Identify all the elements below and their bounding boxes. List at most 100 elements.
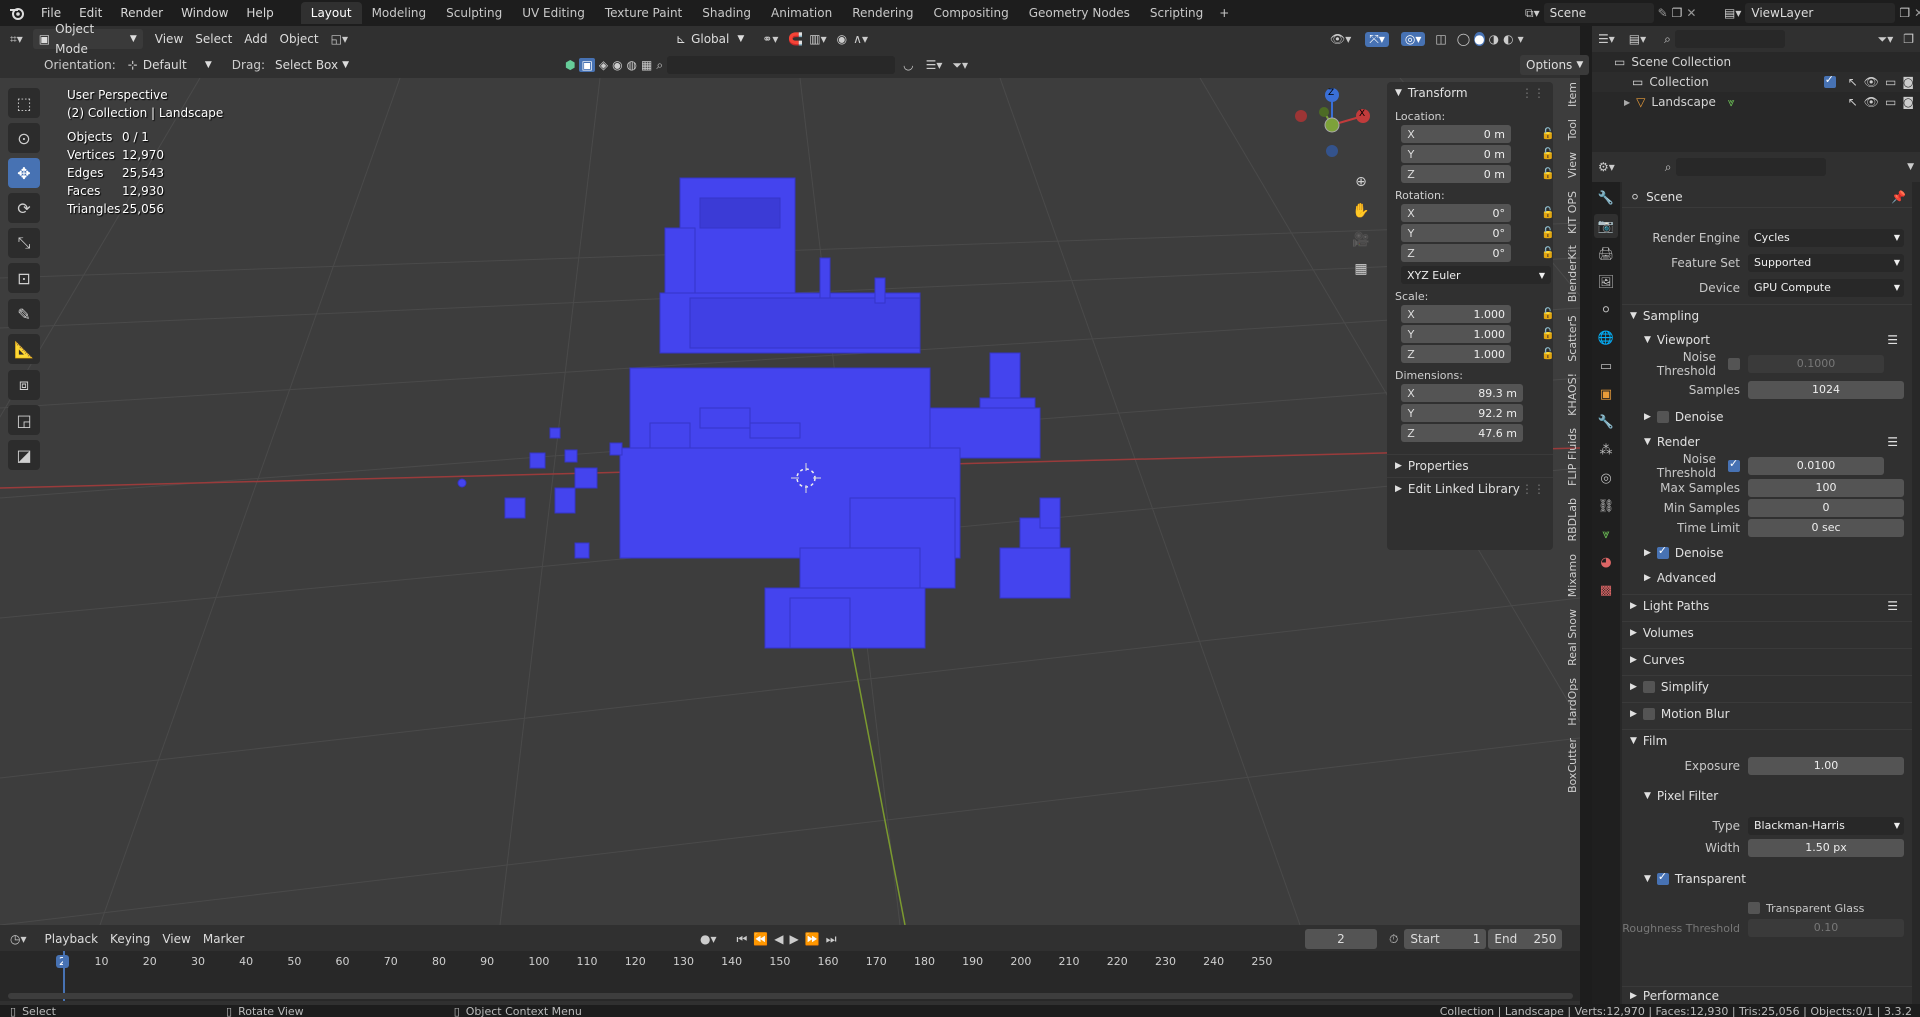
presets-list-icon[interactable]: ☰ [1887, 435, 1912, 449]
scale-x-field[interactable]: X 1.000 🔓 [1401, 305, 1555, 323]
overlay-toggle-icon[interactable]: ◎▾ [1400, 32, 1426, 46]
render-subsection[interactable]: ▼ Render ☰ [1622, 431, 1912, 453]
collection-row[interactable]: ▭ Collection ↖ 👁 ▭ ◙ [1592, 72, 1920, 92]
dimensions-z-field[interactable]: Z 47.6 m [1401, 424, 1523, 442]
tab-compositing[interactable]: Compositing [923, 2, 1018, 24]
rotate-tool-icon[interactable]: ⟳ [8, 193, 40, 223]
viewport-samples-field[interactable]: 1024 [1748, 381, 1904, 399]
lock-icon[interactable]: 🔓 [1541, 246, 1555, 260]
editor-type-icon[interactable]: ⌗▾ [10, 32, 23, 47]
list-view-icon[interactable]: ☰▾ [926, 58, 943, 72]
pivot-icon[interactable]: ⚭▾ [762, 32, 778, 46]
record-icon[interactable]: ●▾ [700, 932, 717, 946]
sidebar-tab-item[interactable]: Item [1566, 82, 1579, 107]
xray-icon[interactable]: ◫ [1435, 32, 1446, 46]
pin-icon[interactable]: 📌 [1891, 190, 1912, 204]
tab-animation[interactable]: Animation [761, 2, 842, 24]
scene-tab-icon[interactable]: ⚪ [1594, 298, 1618, 322]
tab-shading[interactable]: Shading [692, 2, 761, 24]
material-icon[interactable]: ◉ [612, 58, 622, 72]
transform-orientation-select[interactable]: ⊾ Global ▼ [670, 29, 750, 49]
prev-keyframe-icon[interactable]: ⏪ [753, 932, 768, 946]
viewport-denoise-subsection[interactable]: ▶ Denoise [1622, 406, 1912, 428]
device-select[interactable]: GPU Compute ▼ [1748, 279, 1904, 297]
start-frame-field[interactable]: Start 1 [1404, 929, 1487, 949]
transform-tool-icon[interactable]: ⊡ [8, 263, 40, 293]
filter-icon[interactable]: ⏷▾ [952, 58, 968, 73]
curves-section[interactable]: ▶ Curves [1622, 648, 1912, 670]
collection-tab-icon[interactable]: ▭ [1594, 354, 1618, 378]
camera-icon[interactable]: 🎥 [1345, 228, 1377, 252]
solid-shading-icon[interactable]: ● [1474, 32, 1485, 46]
menu-window[interactable]: Window [172, 0, 237, 26]
simplify-checkbox[interactable] [1642, 680, 1655, 693]
transparent-glass-checkbox[interactable] [1748, 902, 1760, 914]
tab-uv-editing[interactable]: UV Editing [512, 2, 595, 24]
cube-color-icon[interactable]: ⬢ [565, 58, 575, 72]
max-samples-field[interactable]: 100 [1748, 479, 1904, 497]
location-y-field[interactable]: Y 0 m 🔓 [1401, 145, 1555, 163]
tab-modeling[interactable]: Modeling [362, 2, 437, 24]
wireframe-shading-icon[interactable]: ◯ [1457, 32, 1470, 46]
filter-width-field[interactable]: 1.50 px [1748, 839, 1904, 857]
timeline-menu-keying[interactable]: Keying [104, 929, 156, 949]
render-tab-icon[interactable]: 📷 [1594, 214, 1618, 238]
motion-blur-checkbox[interactable] [1642, 707, 1655, 720]
dimensions-y-field[interactable]: Y 92.2 m [1401, 404, 1523, 422]
snap-icon[interactable]: 🧲 [788, 32, 803, 46]
material-shading-icon[interactable]: ◑ [1489, 32, 1499, 46]
outliner-search-input[interactable] [1674, 30, 1785, 48]
rotation-z-field[interactable]: Z 0° 🔓 [1401, 244, 1555, 262]
jump-start-icon[interactable]: ⏮ [737, 932, 748, 947]
location-z-field[interactable]: Z 0 m 🔓 [1401, 165, 1555, 183]
properties-editor-icon[interactable]: ⚙▾ [1598, 160, 1615, 174]
sidebar-tab-scatter5[interactable]: Scatter5 [1566, 315, 1579, 362]
transparent-checkbox[interactable] [1656, 870, 1669, 885]
lock-icon[interactable]: 🔓 [1541, 327, 1555, 341]
roughness-threshold-field[interactable]: 0.10 [1748, 919, 1904, 937]
scene-field[interactable]: Scene [1543, 3, 1654, 23]
monitor-icon[interactable]: ▭ [1885, 75, 1896, 89]
new-collection-icon[interactable]: ❐ [1903, 32, 1914, 46]
exclude-checkbox[interactable] [1823, 73, 1836, 88]
rotation-mode-select[interactable]: XYZ Euler ▼ [1401, 266, 1551, 284]
outliner-editor-icon[interactable]: ☰▾ [1598, 32, 1615, 46]
viewport-denoise-checkbox[interactable] [1656, 411, 1669, 423]
modifier-tab-icon[interactable]: 🔧 [1594, 410, 1618, 434]
view-layer-tab-icon[interactable]: 🖼 [1594, 270, 1618, 294]
viewport-menu-select[interactable]: Select [189, 29, 238, 49]
object-type-icon[interactable]: ◱▾ [331, 32, 348, 46]
transparent-subsection[interactable]: ▼ Transparent [1622, 868, 1912, 890]
stopwatch-icon[interactable]: ⏱ [1389, 932, 1398, 947]
location-x-field[interactable]: X 0 m 🔓 [1401, 125, 1555, 143]
move-tool-icon[interactable]: ✥ [8, 158, 40, 188]
camera-render-icon[interactable]: ◙ [1902, 75, 1914, 89]
lock-icon[interactable]: 🔓 [1541, 206, 1555, 220]
sidebar-tab-view[interactable]: View [1566, 152, 1579, 178]
time-limit-field[interactable]: 0 sec [1748, 519, 1904, 537]
eye-icon[interactable]: 👁 [1864, 75, 1879, 89]
select-arrow-icon[interactable]: ↖ [1848, 95, 1858, 109]
next-keyframe-icon[interactable]: ⏩ [805, 932, 820, 946]
select-box-tool-icon[interactable]: ⬚ [8, 88, 40, 118]
feature-set-select[interactable]: Supported ▼ [1748, 254, 1904, 272]
viewport-noise-threshold-field[interactable]: 0.1000 [1748, 355, 1884, 373]
navigation-gizmo[interactable]: Z X [1290, 88, 1380, 158]
camera-render-icon[interactable]: ◙ [1902, 95, 1914, 109]
menu-help[interactable]: Help [237, 0, 282, 26]
chevron-down-icon[interactable]: ▼ [1907, 162, 1914, 172]
film-section[interactable]: ▼ Film [1622, 729, 1912, 751]
sidebar-tab-hardops[interactable]: HardOps [1566, 678, 1579, 726]
lock-icon[interactable]: 🔓 [1541, 347, 1555, 361]
render-noise-threshold-checkbox[interactable] [1728, 457, 1740, 472]
proportional-edit-icon[interactable]: ◉ [837, 32, 847, 46]
drag-select[interactable]: Select Box ▼ [269, 55, 355, 75]
viewport-menu-view[interactable]: View [149, 29, 189, 49]
sidebar-tab-real-snow[interactable]: Real Snow [1566, 609, 1579, 666]
sidebar-tab-blenderkit[interactable]: BlenderKit [1566, 245, 1579, 302]
asset-search-input[interactable] [667, 56, 896, 74]
dimensions-x-field[interactable]: X 89.3 m [1401, 384, 1523, 402]
drag-handle-icon[interactable]: ⋮⋮ [1521, 482, 1545, 496]
particles-tab-icon[interactable]: ⁂ [1594, 438, 1618, 462]
transform-header[interactable]: ▼ Transform ⋮⋮ [1387, 82, 1553, 104]
